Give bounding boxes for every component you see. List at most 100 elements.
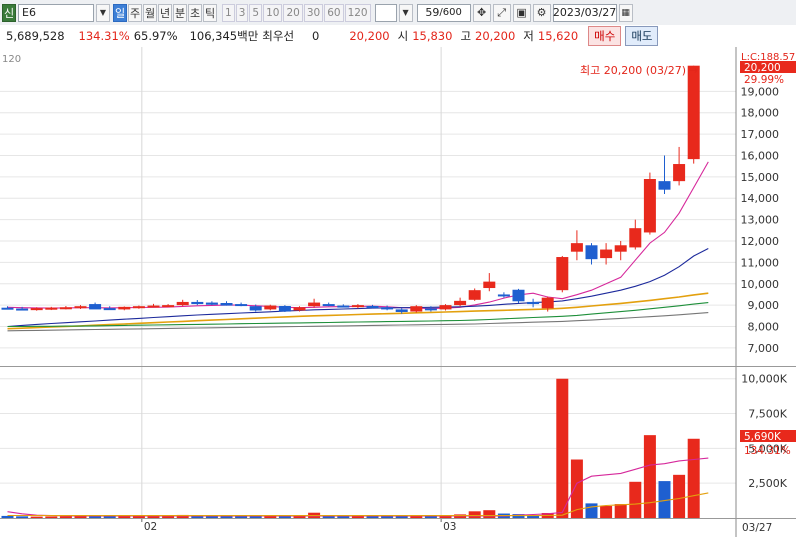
candle-body: [643, 179, 656, 233]
x-axis-label: 03: [443, 521, 456, 533]
price-tick-label: 14,000: [741, 192, 780, 205]
open-label: 시: [397, 29, 409, 43]
candle-body: [614, 245, 627, 252]
candle-body: [235, 304, 248, 307]
price-tick-label: 13,000: [741, 214, 780, 227]
volume-bar: [381, 516, 394, 518]
candle-body: [512, 289, 525, 302]
candle-body: [527, 301, 540, 305]
symbol-dropdown-button[interactable]: ▼: [96, 3, 110, 22]
high-price: 20,200: [475, 29, 516, 43]
high-arrow-icon: →: [689, 64, 698, 77]
volume-bar: [59, 516, 72, 518]
candle-body: [410, 306, 423, 312]
interval-input[interactable]: [374, 3, 397, 22]
chart-background: [0, 47, 796, 537]
interval-tab[interactable]: 3: [235, 3, 249, 22]
volume-bar: [424, 516, 437, 518]
sell-button[interactable]: 매도: [625, 26, 659, 46]
volume-badge: 5,690K: [744, 431, 782, 443]
chart-toolbar: 신 E6 ▼ 일주월년분초틱 1 3 5 10 20 30 60 120 ▼ 59/600 ✥…: [0, 0, 796, 26]
crosshair-icon[interactable]: ✥: [472, 3, 491, 22]
candle-body: [1, 307, 14, 310]
price-tick-label: 15,000: [741, 171, 780, 184]
interval-tab[interactable]: 120: [344, 3, 371, 22]
candle-body: [322, 304, 335, 307]
volume-value: 5,689,528: [6, 29, 65, 43]
volume-bar: [556, 378, 569, 518]
save-icon[interactable]: ▣: [512, 3, 531, 22]
candle-body: [118, 306, 131, 310]
price-tick-label: 19,000: [741, 85, 780, 98]
price-volume-chart[interactable]: 7,000 8,000 9,000 10,000 11,000 12,000 13,000 1…: [0, 47, 796, 537]
symbol-input[interactable]: E6: [18, 3, 94, 22]
period-tab[interactable]: 틱: [203, 3, 217, 22]
volume-bar: [293, 516, 306, 518]
volume-bar: [600, 506, 613, 518]
volume-bar: [264, 516, 277, 518]
price-tick-label: 11,000: [741, 256, 780, 269]
interval-tab[interactable]: 60: [324, 3, 344, 22]
volume-bar: [30, 516, 43, 518]
interval-tab[interactable]: 5: [249, 3, 263, 22]
candle-body: [454, 300, 467, 306]
candle-body: [89, 304, 102, 310]
period-tab[interactable]: 년: [158, 3, 172, 22]
period-tab[interactable]: 일: [113, 3, 127, 22]
buy-button[interactable]: 매수: [588, 26, 622, 46]
volume-pct-badge: 134.31%: [744, 445, 791, 457]
volume-bar: [337, 516, 350, 518]
candle-body: [585, 245, 598, 260]
x-axis-last-label: 03/27: [742, 522, 772, 534]
period-tab[interactable]: 주: [128, 3, 142, 22]
quote-info-bar: 5,689,528 134.31% 65.97% 106,345백만 최우선 0…: [0, 25, 796, 48]
high-label: 고: [460, 29, 472, 43]
volume-tick-label: 2,500K: [748, 477, 787, 490]
candle-body: [351, 305, 364, 308]
price-tick-label: 16,000: [741, 149, 780, 162]
candle-body: [541, 297, 554, 309]
count-value: 59: [425, 6, 440, 19]
priority-label: 최우선: [262, 29, 295, 43]
candle-body: [381, 307, 394, 310]
volume-tick-label: 10,000K: [741, 373, 787, 386]
interval-tab[interactable]: 10: [263, 3, 283, 22]
volume-bar: [16, 516, 29, 518]
interval-tab[interactable]: 30: [303, 3, 324, 22]
period-tab[interactable]: 초: [188, 3, 202, 22]
gear-icon[interactable]: ⚙: [532, 3, 551, 22]
candle-body: [176, 301, 189, 306]
volume-bar: [483, 510, 496, 518]
candle-body: [483, 281, 496, 289]
calendar-icon[interactable]: ▦: [618, 3, 633, 22]
period-tab[interactable]: 월: [143, 3, 157, 22]
market-tag-button[interactable]: 신: [2, 3, 16, 22]
candle-body: [497, 294, 510, 297]
count-input[interactable]: 59/600: [416, 3, 471, 22]
candle-body: [191, 301, 204, 305]
period-tab[interactable]: 분: [173, 3, 187, 22]
turnover-rate: 65.97%: [133, 29, 178, 43]
trend-tool-icon[interactable]: ⤢: [492, 3, 511, 22]
pct-badge: 29.99%: [744, 74, 784, 86]
candle-body: [205, 302, 218, 305]
candle-body: [468, 290, 481, 300]
candle-body: [439, 305, 452, 310]
price-tick-label: 10,000: [741, 278, 780, 291]
candle-body: [16, 308, 29, 311]
interval-dropdown-button[interactable]: ▼: [398, 3, 413, 22]
volume-bar: [103, 516, 116, 518]
candle-body: [424, 308, 437, 311]
x-axis-label: 02: [144, 521, 157, 533]
priority-value: 0: [312, 29, 320, 43]
date-input[interactable]: 2023/03/27: [552, 3, 617, 22]
open-price: 15,830: [412, 29, 453, 43]
candle-body: [337, 305, 350, 308]
volume-bar: [366, 516, 379, 518]
interval-tab[interactable]: 1: [222, 3, 235, 22]
volume-tick-label: 7,500K: [748, 408, 787, 421]
candle-body: [59, 307, 72, 310]
interval-tab[interactable]: 20: [283, 3, 303, 22]
candle-body: [278, 305, 291, 312]
price-tick-label: 8,000: [748, 321, 780, 334]
